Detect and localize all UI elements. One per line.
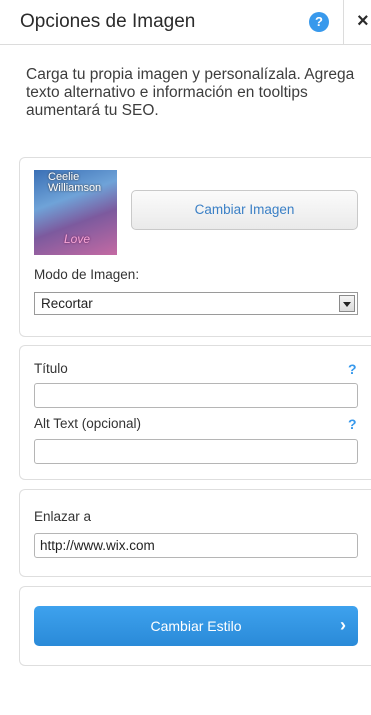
change-style-button[interactable]: Cambiar Estilo › bbox=[34, 606, 358, 646]
change-image-button[interactable]: Cambiar Imagen bbox=[131, 190, 358, 230]
change-style-label: Cambiar Estilo bbox=[150, 618, 242, 634]
image-mode-label: Modo de Imagen: bbox=[34, 267, 140, 282]
help-icon[interactable]: ? bbox=[309, 12, 329, 32]
intro-text: Carga tu propia imagen y personalízala. … bbox=[26, 66, 355, 119]
link-input[interactable] bbox=[34, 533, 358, 558]
image-thumbnail[interactable]: Ceelie Williamson Love bbox=[34, 170, 117, 255]
image-settings-card: Ceelie Williamson Love Cambiar Imagen Mo… bbox=[19, 157, 371, 337]
close-icon[interactable]: × bbox=[357, 10, 369, 33]
style-card: Cambiar Estilo › bbox=[19, 586, 371, 666]
chevron-right-icon: › bbox=[340, 615, 346, 635]
header-divider bbox=[343, 0, 344, 45]
alt-text-input[interactable] bbox=[34, 439, 358, 464]
image-mode-value: Recortar bbox=[41, 296, 93, 311]
link-label: Enlazar a bbox=[34, 509, 92, 524]
panel-title: Opciones de Imagen bbox=[20, 11, 196, 32]
title-help-icon[interactable]: ? bbox=[348, 361, 357, 377]
alt-text-help-icon[interactable]: ? bbox=[348, 416, 357, 432]
panel-header: Opciones de Imagen ? × bbox=[0, 0, 371, 45]
link-card: Enlazar a bbox=[19, 489, 371, 577]
title-label: Título bbox=[34, 361, 68, 376]
title-input[interactable] bbox=[34, 383, 358, 408]
alt-text-label: Alt Text (opcional) bbox=[34, 416, 142, 431]
seo-card: Título ? Alt Text (opcional) ? bbox=[19, 345, 371, 480]
thumbnail-subcaption: Love bbox=[64, 232, 91, 246]
chevron-down-icon[interactable] bbox=[339, 295, 355, 312]
thumbnail-caption: Ceelie Williamson bbox=[48, 171, 102, 194]
image-mode-select[interactable]: Recortar bbox=[34, 292, 358, 315]
